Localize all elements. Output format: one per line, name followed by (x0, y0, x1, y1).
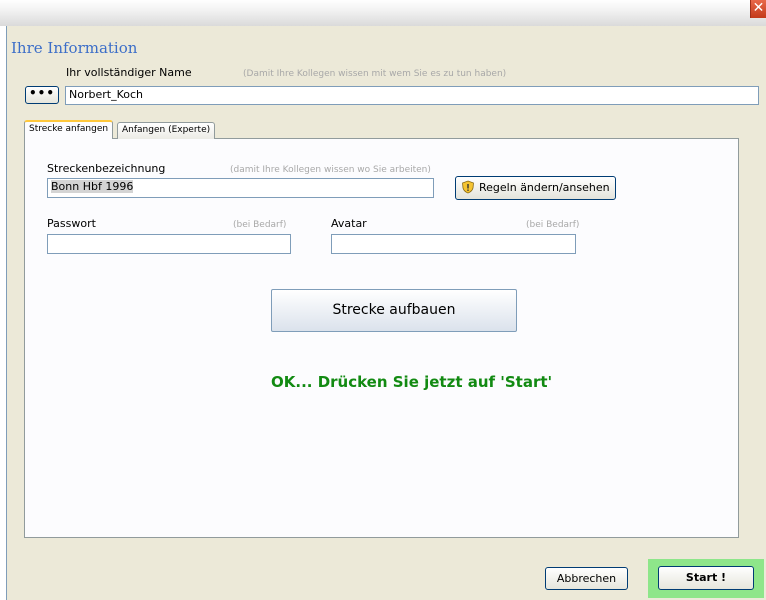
route-name-hint: (damit Ihre Kollegen wissen wo Sie arbei… (230, 165, 431, 175)
avatar-input[interactable] (331, 234, 576, 254)
tab-panel (24, 138, 739, 538)
route-name-value: Bonn Hbf 1996 (51, 180, 134, 193)
cancel-button[interactable]: Abbrechen (545, 567, 628, 590)
avatar-hint: (bei Bedarf) (526, 220, 580, 230)
avatar-label: Avatar (331, 217, 367, 230)
status-message: OK... Drücken Sie jetzt auf 'Start' (271, 373, 553, 391)
rules-button-label: Regeln ändern/ansehen (479, 181, 610, 194)
route-name-label: Streckenbezeichnung (47, 162, 166, 175)
password-hint: (bei Bedarf) (233, 220, 287, 230)
password-label: Passwort (47, 217, 96, 230)
full-name-input[interactable]: Norbert_Koch (65, 86, 759, 105)
full-name-label: Ihr vollständiger Name (66, 66, 192, 79)
section-heading: Ihre Information (11, 39, 138, 57)
title-bar (0, 0, 766, 26)
full-name-hint: (Damit Ihre Kollegen wissen mit wem Sie … (243, 69, 507, 79)
route-name-input[interactable]: Bonn Hbf 1996 (47, 178, 434, 198)
build-route-button[interactable]: Strecke aufbauen (271, 289, 517, 332)
browse-button[interactable]: ••• (25, 86, 59, 104)
close-button[interactable]: ✕ (750, 0, 766, 18)
shield-icon (462, 180, 474, 194)
password-input[interactable] (47, 234, 291, 254)
start-button[interactable]: Start ! (658, 566, 754, 590)
tab-start-route[interactable]: Strecke anfangen (24, 120, 114, 139)
rules-button[interactable]: Regeln ändern/ansehen (455, 176, 616, 200)
tab-start-expert[interactable]: Anfangen (Experte) (117, 122, 216, 139)
